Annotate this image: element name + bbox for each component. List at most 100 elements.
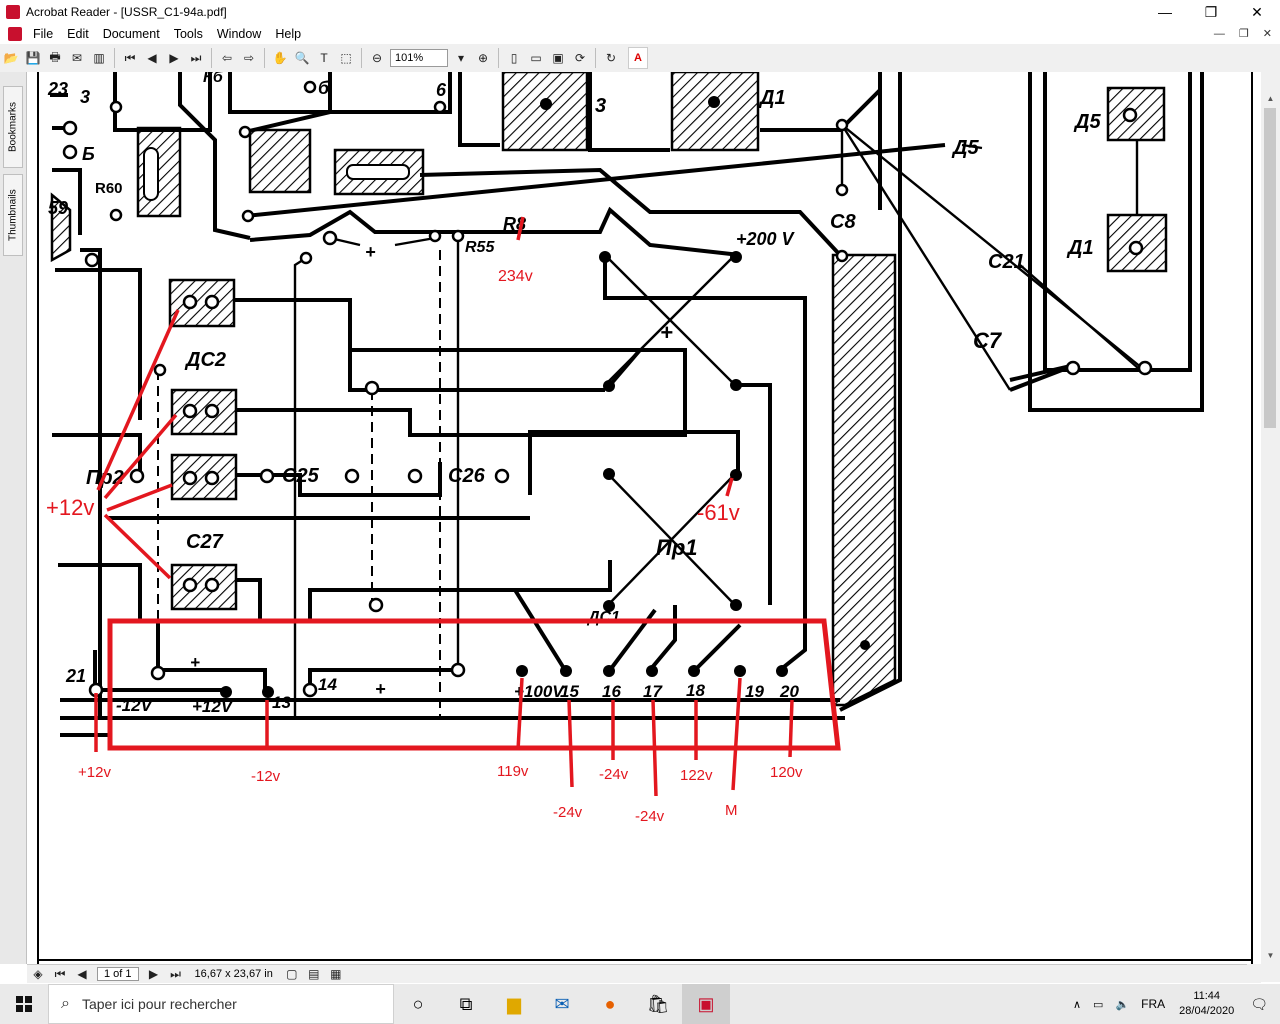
search-icon: ⌕ bbox=[61, 995, 70, 1012]
taskbar-search-box[interactable]: ⌕ Taper ici pour rechercher bbox=[48, 984, 394, 1024]
clock-date: 28/04/2020 bbox=[1179, 1005, 1235, 1017]
label-plus-left: 21 bbox=[65, 666, 86, 686]
rotate-icon[interactable]: ↻ bbox=[601, 48, 621, 68]
label-18: 17 bbox=[643, 682, 663, 701]
label-3b: 6 bbox=[436, 80, 447, 100]
open-icon[interactable]: 📂 bbox=[1, 48, 21, 68]
text-select-tool-icon[interactable]: T bbox=[314, 48, 334, 68]
network-icon[interactable]: ▭ bbox=[1093, 998, 1103, 1011]
go-forward-icon[interactable]: ⇨ bbox=[239, 48, 259, 68]
zoom-dropdown-icon[interactable]: ▾ bbox=[451, 48, 471, 68]
next-page-icon[interactable]: ▶ bbox=[164, 48, 184, 68]
vertical-scrollbar[interactable]: ▲ ▼ bbox=[1261, 72, 1280, 964]
previous-page-icon[interactable]: ◀ bbox=[142, 48, 162, 68]
language-indicator[interactable]: FRA bbox=[1141, 997, 1165, 1011]
horizontal-scrollbar[interactable] bbox=[1247, 964, 1280, 982]
maximize-button[interactable]: ❐ bbox=[1188, 0, 1234, 24]
thumbnails-tab[interactable]: Thumbnails bbox=[3, 174, 23, 256]
close-button[interactable]: ✕ bbox=[1234, 0, 1280, 24]
zoom-in-icon[interactable]: ⊕ bbox=[473, 48, 493, 68]
menu-window[interactable]: Window bbox=[210, 27, 268, 41]
adobe-logo-icon[interactable]: A bbox=[628, 47, 648, 69]
single-page-icon[interactable]: ▢ bbox=[282, 964, 302, 984]
acrobat-taskbar-icon[interactable]: ▣ bbox=[682, 984, 730, 1024]
page-size-readout: 16,67 x 23,67 in bbox=[194, 968, 273, 980]
fit-page-icon[interactable]: ▭ bbox=[526, 48, 546, 68]
zoom-level-field[interactable]: 101% bbox=[390, 49, 448, 67]
print-icon[interactable]: 🖶 bbox=[45, 48, 65, 68]
doc-close-button[interactable]: ✕ bbox=[1263, 24, 1272, 44]
menu-tools[interactable]: Tools bbox=[167, 27, 210, 41]
label-d5-right: Д1 bbox=[1066, 237, 1094, 259]
scroll-down-icon[interactable]: ▼ bbox=[1261, 947, 1280, 964]
menu-file[interactable]: File bbox=[26, 27, 60, 41]
menu-help[interactable]: Help bbox=[268, 27, 308, 41]
firefox-icon[interactable]: ● bbox=[586, 984, 634, 1024]
tray-chevron-icon[interactable]: ∧ bbox=[1073, 998, 1081, 1011]
label-b: Б bbox=[82, 144, 95, 164]
document-icon[interactable] bbox=[8, 27, 22, 41]
page-number-field[interactable]: 1 of 1 bbox=[97, 967, 139, 981]
notifications-icon[interactable]: 🗨 bbox=[1250, 996, 1268, 1013]
volume-icon[interactable]: 🔈 bbox=[1115, 998, 1129, 1011]
label-100v: + bbox=[375, 679, 386, 699]
schematic-page: 23 3 Б б R60 59 Кб 6 3 Д1 Д5 Д1 Д5 С8 С2… bbox=[37, 72, 1253, 964]
graphics-select-tool-icon[interactable]: ⬚ bbox=[336, 48, 356, 68]
document-view[interactable]: 23 3 Б б R60 59 Кб 6 3 Д1 Д5 Д1 Д5 С8 С2… bbox=[27, 72, 1261, 964]
label-ds1: Пр1 bbox=[656, 535, 698, 560]
toolbar-separator bbox=[211, 48, 212, 68]
file-explorer-icon[interactable]: ▆ bbox=[490, 984, 538, 1024]
status-next-page-icon[interactable]: ▶ bbox=[144, 964, 164, 984]
start-button[interactable] bbox=[0, 984, 48, 1024]
cortana-icon[interactable]: ○ bbox=[394, 984, 442, 1024]
clock[interactable]: 11:44 28/04/2020 bbox=[1179, 989, 1234, 1019]
label-c21: С8 bbox=[830, 211, 856, 233]
status-last-page-icon[interactable]: ⏭ bbox=[166, 964, 186, 984]
label-r55: + bbox=[365, 242, 376, 262]
zoom-in-tool-icon[interactable]: 🔍 bbox=[292, 48, 312, 68]
minimize-button[interactable]: — bbox=[1142, 0, 1188, 24]
rotate-view-icon[interactable]: ⟳ bbox=[570, 48, 590, 68]
label-17: 16 bbox=[602, 682, 621, 701]
label-59: 59 bbox=[48, 198, 68, 218]
label-plus12v: -12V bbox=[116, 696, 154, 715]
go-back-icon[interactable]: ⇦ bbox=[217, 48, 237, 68]
zoom-out-icon[interactable]: ⊖ bbox=[367, 48, 387, 68]
system-tray: ∧ ▭ 🔈 FRA 11:44 28/04/2020 🗨 bbox=[1067, 984, 1280, 1024]
search-placeholder: Taper ici pour rechercher bbox=[81, 996, 237, 1012]
annotation-minus12v: -12v bbox=[251, 768, 281, 785]
email-icon[interactable]: ✉ bbox=[67, 48, 87, 68]
annotation-plus12v-main: +12v bbox=[46, 495, 94, 520]
store-icon[interactable]: 🛍 bbox=[634, 984, 682, 1024]
show-hide-panel-icon[interactable]: ▥ bbox=[89, 48, 109, 68]
status-first-page-icon[interactable]: ⏮ bbox=[50, 964, 70, 984]
menu-edit[interactable]: Edit bbox=[60, 27, 96, 41]
menu-document[interactable]: Document bbox=[96, 27, 167, 41]
label-23: 23 bbox=[47, 79, 68, 99]
scroll-thumb[interactable] bbox=[1264, 108, 1276, 428]
hand-tool-icon[interactable]: ✋ bbox=[270, 48, 290, 68]
save-icon[interactable]: 💾 bbox=[23, 48, 43, 68]
label-c26: С25 bbox=[282, 465, 320, 487]
thin-traces bbox=[293, 124, 1143, 720]
doc-restore-button[interactable]: ❐ bbox=[1239, 24, 1249, 44]
last-page-icon[interactable]: ⏭ bbox=[186, 48, 206, 68]
continuous-icon[interactable]: ▤ bbox=[304, 964, 324, 984]
label-6: б bbox=[318, 78, 330, 98]
continuous-facing-icon[interactable]: ▦ bbox=[326, 964, 346, 984]
windows-taskbar: ⌕ Taper ici pour rechercher ○ ⧉ ▆ ✉ ● 🛍 … bbox=[0, 984, 1280, 1024]
scroll-left-right-icon[interactable]: ◈ bbox=[28, 964, 48, 984]
scroll-up-icon[interactable]: ▲ bbox=[1261, 90, 1280, 107]
window-titlebar: Acrobat Reader - [USSR_C1-94a.pdf] — ❐ ✕ bbox=[0, 0, 1280, 24]
bookmarks-tab[interactable]: Bookmarks bbox=[3, 86, 23, 168]
status-prev-page-icon[interactable]: ◀ bbox=[72, 964, 92, 984]
label-ds2: + bbox=[660, 320, 673, 345]
label-plus-ds2: +200 V bbox=[736, 229, 796, 249]
task-view-icon[interactable]: ⧉ bbox=[442, 984, 490, 1024]
doc-minimize-button[interactable]: — bbox=[1214, 24, 1225, 44]
label-pr2: ДС2 bbox=[184, 349, 226, 371]
actual-size-icon[interactable]: ▯ bbox=[504, 48, 524, 68]
mail-icon[interactable]: ✉ bbox=[538, 984, 586, 1024]
first-page-icon[interactable]: ⏮ bbox=[120, 48, 140, 68]
fit-width-icon[interactable]: ▣ bbox=[548, 48, 568, 68]
